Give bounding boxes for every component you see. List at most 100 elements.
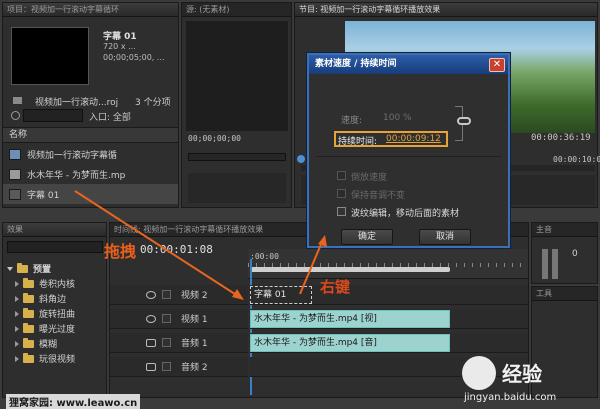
level-meter-left bbox=[542, 249, 548, 279]
dialog-separator bbox=[317, 156, 501, 157]
close-icon[interactable]: ✕ bbox=[489, 58, 505, 72]
title-clip[interactable]: 字幕 01 bbox=[250, 286, 312, 304]
effects-item-label: 曝光过度 bbox=[39, 325, 76, 335]
search-icon[interactable] bbox=[11, 111, 20, 120]
site-watermark: 狸窝家园: www.leawo.cn bbox=[6, 394, 141, 409]
media-file-icon bbox=[9, 168, 21, 180]
project-item[interactable]: 水木年华 - 为梦而生.mp bbox=[3, 164, 178, 184]
ripple-edit-checkbox[interactable] bbox=[337, 207, 346, 216]
program-timecode-right[interactable]: 00:00:36:19 bbox=[531, 133, 591, 143]
name-header-label: 名称 bbox=[9, 130, 28, 140]
track-name: 视频 1 bbox=[181, 315, 208, 325]
expand-closed-icon[interactable] bbox=[15, 295, 19, 302]
program-ruler-label: 00:00:10:00 bbox=[553, 155, 600, 164]
source-timecode[interactable]: 00;00;00;00 bbox=[188, 134, 241, 143]
effects-tree-item[interactable]: 曝光过度 bbox=[3, 321, 107, 336]
chain-link-icon[interactable] bbox=[457, 117, 471, 125]
reverse-speed-checkbox[interactable] bbox=[337, 171, 346, 180]
effects-tree-item[interactable]: 预置 bbox=[3, 261, 107, 276]
entry-select[interactable]: 入口: 全部 bbox=[89, 110, 131, 123]
ruler-ticks bbox=[248, 263, 528, 267]
drag-annotation: 拖拽 bbox=[104, 242, 137, 261]
expand-closed-icon[interactable] bbox=[15, 280, 19, 287]
expand-closed-icon[interactable] bbox=[15, 325, 19, 332]
track-header[interactable]: 视频 1 bbox=[110, 309, 248, 329]
folder-icon bbox=[23, 337, 34, 348]
project-item-list: 视频加一行滚动字幕循 水木年华 - 为梦而生.mp 字幕 01 bbox=[3, 144, 178, 206]
speaker-icon[interactable] bbox=[146, 338, 156, 347]
sequence-icon bbox=[9, 148, 21, 160]
maintain-pitch-checkbox[interactable] bbox=[337, 189, 346, 198]
program-tab[interactable]: 节目: 视频加一行滚动字幕循环播放效果 bbox=[295, 3, 597, 17]
folder-icon bbox=[23, 307, 34, 318]
track-header[interactable]: 音频 1 bbox=[110, 333, 248, 353]
speed-value[interactable]: 100 % bbox=[383, 113, 412, 123]
track-lock-icon[interactable] bbox=[162, 290, 171, 299]
ruler-start-label: :00:00 bbox=[250, 252, 279, 261]
master-audio-panel: 主音 0 bbox=[531, 222, 598, 284]
preview-thumbnail bbox=[11, 27, 89, 85]
timeline-ruler[interactable]: :00:00 bbox=[248, 249, 528, 279]
work-area-bar[interactable] bbox=[250, 267, 450, 272]
effects-tree-item[interactable]: 模糊 bbox=[3, 336, 107, 351]
clip-speed-duration-dialog: 素材速度 / 持续时间 ✕ 速度: 100 % 持续时间: 00:00:09:1… bbox=[307, 53, 510, 248]
logo-text: 经验 bbox=[502, 362, 542, 386]
track-lock-icon[interactable] bbox=[162, 314, 171, 323]
expand-closed-icon[interactable] bbox=[15, 355, 19, 362]
expand-open-icon[interactable] bbox=[7, 266, 13, 271]
expand-closed-icon[interactable] bbox=[15, 340, 19, 347]
timeline-timecode[interactable]: 00:00:01:08 bbox=[140, 243, 213, 256]
ok-button[interactable]: 确定 bbox=[341, 229, 393, 245]
ripple-edit-label: 波纹编辑，移动后面的素材 bbox=[351, 209, 460, 219]
track-header[interactable]: 音频 2 bbox=[110, 357, 248, 377]
track-header[interactable]: 视频 2 bbox=[110, 285, 248, 305]
source-scrubber[interactable] bbox=[188, 153, 286, 161]
folder-icon bbox=[17, 262, 28, 273]
expand-closed-icon[interactable] bbox=[15, 310, 19, 317]
tools-tab[interactable]: 工具 bbox=[532, 287, 597, 301]
effects-tree-item[interactable]: 卷积内核 bbox=[3, 276, 107, 291]
maintain-pitch-label: 保持音调不变 bbox=[351, 191, 406, 201]
folder-icon bbox=[23, 292, 34, 303]
effects-search-field[interactable] bbox=[7, 241, 103, 253]
project-item[interactable]: 字幕 01 bbox=[3, 184, 178, 204]
media-clip[interactable]: 水木年华 - 为梦而生.mp4 [音] bbox=[250, 334, 450, 352]
project-tab[interactable]: 项目：视频加一行滚动字幕循环 bbox=[3, 3, 178, 17]
program-playhead-handle[interactable] bbox=[297, 155, 305, 163]
project-item-label: 视频加一行滚动字幕循 bbox=[27, 150, 118, 161]
name-column-header[interactable]: 名称 bbox=[3, 127, 178, 143]
track-lock-icon[interactable] bbox=[162, 362, 171, 371]
paw-logo-icon bbox=[462, 356, 496, 390]
project-name: 视频加一行滚动...roj bbox=[35, 98, 119, 108]
source-tab[interactable]: 源: (无素材) bbox=[182, 3, 291, 17]
effects-tree-item[interactable]: 斜角边 bbox=[3, 291, 107, 306]
effects-tree-item[interactable]: 旋转扭曲 bbox=[3, 306, 107, 321]
logo-url: jingyan.baidu.com bbox=[464, 392, 557, 403]
media-clip[interactable]: 水木年华 - 为梦而生.mp4 [视] bbox=[250, 310, 450, 328]
level-meter-right bbox=[552, 249, 558, 279]
reverse-speed-label: 倒放速度 bbox=[351, 173, 388, 183]
track-name: 音频 2 bbox=[181, 363, 208, 373]
dialog-title: 素材速度 / 持续时间 bbox=[309, 55, 508, 74]
duration-row: 持续时间: 00:00:09:12 bbox=[334, 131, 448, 147]
duration-value[interactable]: 00:00:09:12 bbox=[386, 134, 441, 144]
track-lock-icon[interactable] bbox=[162, 338, 171, 347]
effects-tree-item[interactable]: 玩很视频 bbox=[3, 351, 107, 366]
search-input[interactable] bbox=[23, 109, 83, 122]
preview-title: 字幕 01 bbox=[103, 32, 137, 42]
project-item[interactable]: 视频加一行滚动字幕循 bbox=[3, 144, 178, 164]
item-count: 3 个分项 bbox=[135, 98, 171, 108]
master-audio-tab[interactable]: 主音 bbox=[532, 223, 597, 237]
eye-icon[interactable] bbox=[146, 314, 156, 323]
project-item-label: 水木年华 - 为梦而生.mp bbox=[27, 170, 126, 181]
cancel-button[interactable]: 取消 bbox=[419, 229, 471, 245]
speed-label: 速度: bbox=[341, 116, 363, 126]
source-transport-bar bbox=[188, 173, 286, 203]
project-panel: 项目：视频加一行滚动字幕循环 字幕 01 720 x ... 00;00;05;… bbox=[2, 2, 179, 208]
eye-icon[interactable] bbox=[146, 290, 156, 299]
duration-label: 持续时间: bbox=[338, 137, 378, 147]
effects-item-label: 模糊 bbox=[39, 340, 58, 350]
folder-icon bbox=[23, 277, 34, 288]
speaker-icon[interactable] bbox=[146, 362, 156, 371]
effects-tab[interactable]: 效果 bbox=[3, 223, 106, 237]
